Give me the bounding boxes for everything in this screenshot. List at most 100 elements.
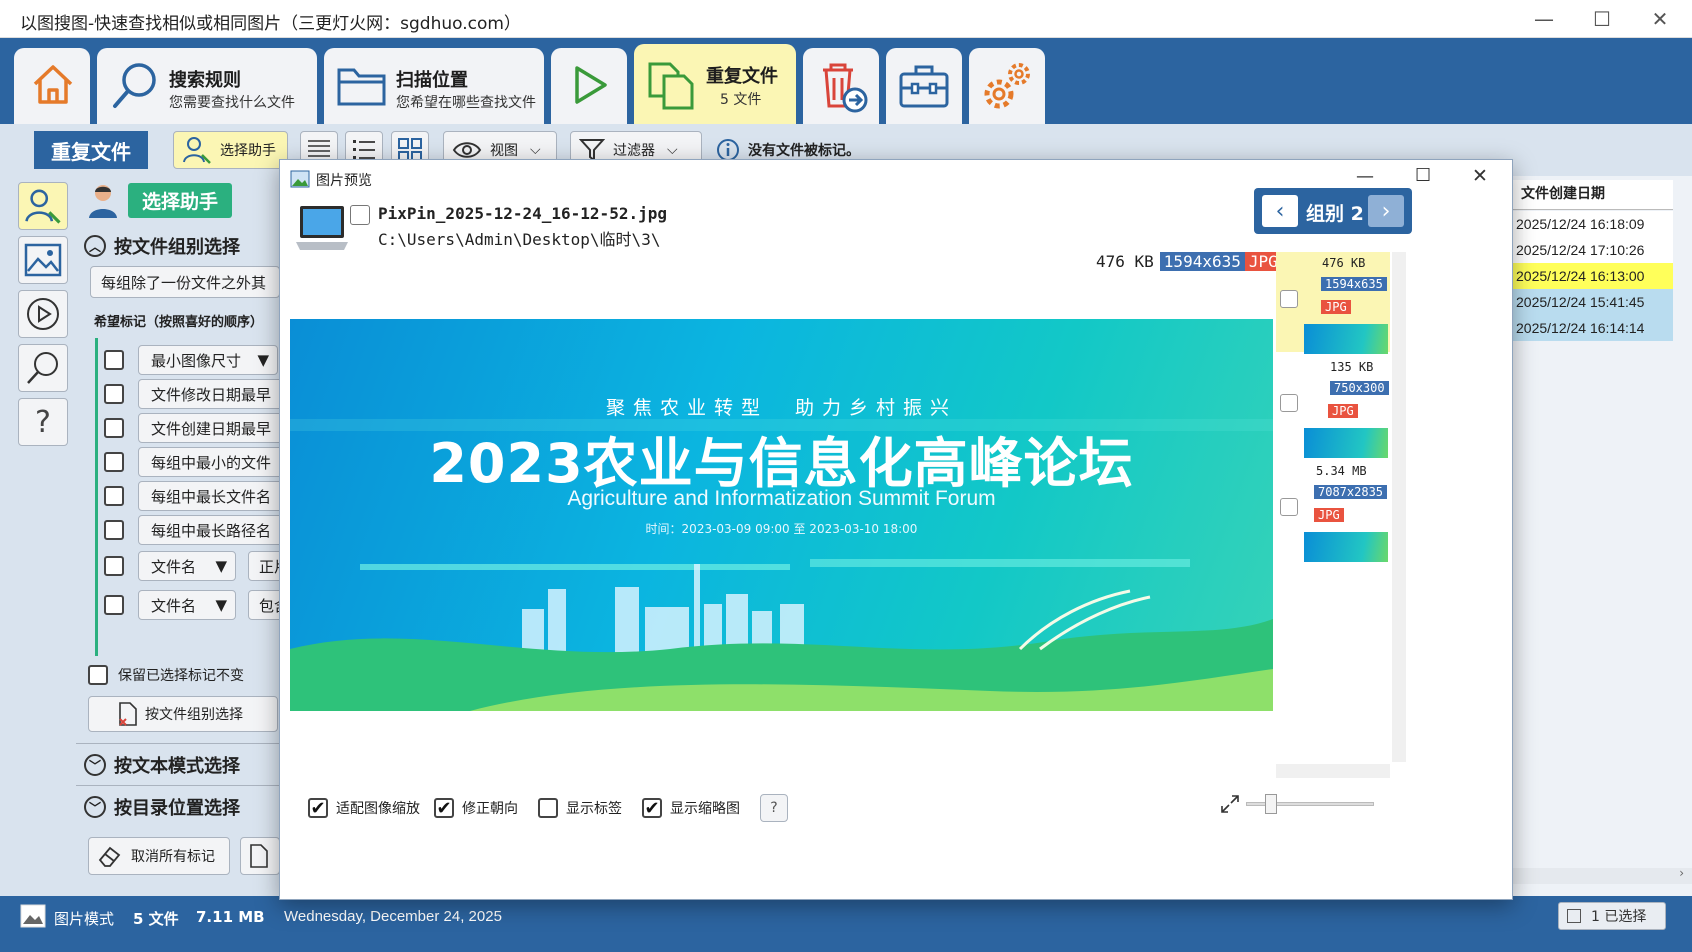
criteria-checkbox[interactable] (104, 556, 124, 576)
criteria-select[interactable]: 文件名 ▼ (138, 590, 236, 620)
thumbnail-type: JPG (1328, 404, 1358, 418)
criteria-checkbox[interactable] (104, 486, 124, 506)
image-info: 476 KB 1594x635 JPG (1096, 252, 1282, 271)
search-rules-subtitle: 您需要查找什么文件 (169, 95, 295, 111)
criteria-checkbox[interactable] (104, 384, 124, 404)
text-pattern-section[interactable]: ﹀ 按文本模式选择 (84, 752, 240, 778)
date-row[interactable]: 2025/12/24 16:13:00 (1513, 263, 1673, 289)
apply-group-select-button[interactable]: 按文件组别选择 (88, 696, 278, 732)
next-group-button[interactable]: › (1368, 195, 1404, 227)
thumbnail-scrollbar[interactable] (1392, 252, 1406, 762)
preview-path: C:\Users\Admin\Desktop\临时\3\ (378, 230, 661, 249)
rail-image[interactable] (18, 236, 68, 284)
criteria-select[interactable]: 文件名 ▼ (138, 551, 236, 581)
criteria-select[interactable]: 每组中最小的文件 (138, 447, 298, 477)
file-mark-checkbox[interactable] (350, 205, 370, 225)
keep-selection[interactable]: 保留已选择标记不变 (88, 665, 244, 685)
criteria-checkbox[interactable] (104, 418, 124, 438)
thumbnail-item[interactable]: 5.34 MB 7087x2835 JPG (1276, 460, 1390, 564)
search-rules-button[interactable]: 搜索规则 您需要查找什么文件 (97, 48, 317, 124)
dialog-maximize-button[interactable]: ☐ (1415, 165, 1431, 186)
group-select-section[interactable]: ︿ 按文件组别选择 (84, 233, 240, 259)
status-bar: 图片模式 5 文件 7.11 MB Wednesday, December 24… (0, 896, 1692, 952)
date-row[interactable]: 2025/12/24 16:14:14 (1513, 315, 1673, 341)
divider (76, 785, 290, 786)
criteria-checkbox[interactable] (104, 452, 124, 472)
date-row[interactable]: 2025/12/24 15:41:45 (1513, 289, 1673, 315)
selected-count-badge[interactable]: 1 已选择 (1558, 902, 1666, 930)
thumbnail-item[interactable]: 135 KB 750x300 JPG (1276, 356, 1390, 460)
thumbnail-hscrollbar[interactable] (1276, 764, 1390, 778)
mark-status-text: 没有文件被标记。 (748, 143, 860, 159)
recycle-button[interactable] (803, 48, 879, 124)
image-preview-dialog: 图片预览 — ☐ ✕ PixPin_2025-12-24_16-12-52.jp… (279, 159, 1513, 900)
chevron-right-icon: › (1381, 198, 1391, 224)
date-column-header[interactable]: 文件创建日期 (1513, 180, 1673, 210)
expand-icon: ﹀ (84, 796, 106, 818)
rail-select-helper[interactable] (18, 182, 68, 230)
thumbnail-type: JPG (1314, 508, 1344, 522)
scan-location-subtitle: 您希望在哪些查找文件 (396, 95, 536, 111)
date-row[interactable]: 2025/12/24 16:18:09 (1513, 211, 1673, 237)
duplicates-button[interactable]: 重复文件 5 文件 (634, 44, 796, 124)
toolbox-button[interactable] (886, 48, 962, 124)
criteria-row: 文件名 ▼ 正片 (102, 551, 288, 581)
horizontal-scrollbar[interactable]: › (1510, 866, 1692, 884)
section-title: 重复文件 (34, 131, 148, 169)
scan-location-button[interactable]: 扫描位置 您希望在哪些查找文件 (324, 48, 544, 124)
image-size: 476 KB (1096, 252, 1154, 271)
labels-label: 显示标签 (566, 801, 622, 817)
help-icon: ? (35, 404, 51, 440)
fit-checkbox[interactable] (308, 798, 328, 818)
orient-checkbox[interactable] (434, 798, 454, 818)
dir-location-section[interactable]: ﹀ 按目录位置选择 (84, 794, 240, 820)
settings-button[interactable] (969, 48, 1045, 124)
clear-marks-button[interactable]: 取消所有标记 (88, 837, 230, 875)
maximize-button[interactable]: ☐ (1573, 0, 1631, 38)
refresh-marks-button[interactable] (240, 837, 280, 875)
rail-help[interactable]: ? (18, 398, 68, 446)
play-circle-icon (27, 298, 59, 330)
keep-selection-checkbox[interactable] (88, 665, 108, 685)
thumbnail-size: 476 KB (1322, 256, 1366, 270)
close-button[interactable]: ✕ (1631, 0, 1689, 38)
thumbnail-dims: 750x300 (1330, 381, 1389, 395)
date-row[interactable]: 2025/12/24 17:10:26 (1513, 237, 1673, 263)
dialog-minimize-button[interactable]: — (1356, 166, 1374, 187)
start-scan-button[interactable] (551, 48, 627, 124)
minimize-button[interactable]: — (1515, 0, 1573, 38)
thumbs-checkbox[interactable] (642, 798, 662, 818)
search-icon (113, 63, 156, 108)
folder-icon (337, 68, 386, 106)
group-mode-select[interactable]: 每组除了一份文件之外其 (90, 266, 280, 298)
zoom-slider-thumb[interactable] (1265, 794, 1277, 814)
chevron-left-icon: ‹ (1275, 198, 1285, 224)
criteria-select[interactable]: 最小图像尺寸 ▼ (138, 345, 278, 375)
banner-english: Agriculture and Informatization Summit F… (567, 487, 996, 510)
rail-play[interactable] (18, 290, 68, 338)
criteria-select[interactable]: 文件修改日期最早 (138, 379, 298, 409)
play-icon (575, 66, 607, 104)
labels-checkbox[interactable] (538, 798, 558, 818)
criteria-select[interactable]: 文件创建日期最早 (138, 413, 298, 443)
select-helper-button[interactable]: 选择助手 (173, 131, 288, 169)
prev-group-button[interactable]: ‹ (1262, 195, 1298, 227)
criteria-select[interactable]: 每组中最长文件名 (138, 481, 298, 511)
criteria-checkbox[interactable] (104, 350, 124, 370)
zoom-slider[interactable] (1246, 794, 1374, 814)
expand-icon[interactable] (1220, 794, 1240, 814)
home-button[interactable] (14, 48, 90, 124)
thumbnail-checkbox[interactable] (1280, 394, 1298, 412)
options-help-button[interactable]: ? (760, 794, 788, 822)
chevron-right-icon: › (1679, 866, 1684, 880)
criteria-checkbox[interactable] (104, 595, 124, 615)
thumbnail-checkbox[interactable] (1280, 290, 1298, 308)
thumbnail-image (1304, 532, 1388, 562)
criteria-select[interactable]: 每组中最长路径名 (138, 515, 298, 545)
thumbnail-checkbox[interactable] (1280, 498, 1298, 516)
rail-search[interactable] (18, 344, 68, 392)
criteria-checkbox[interactable] (104, 520, 124, 540)
dialog-close-button[interactable]: ✕ (1472, 165, 1488, 187)
date-rows: 2025/12/24 16:18:09 2025/12/24 17:10:26 20… (1513, 211, 1673, 341)
thumbnail-item[interactable]: 476 KB 1594x635 JPG (1276, 252, 1390, 356)
